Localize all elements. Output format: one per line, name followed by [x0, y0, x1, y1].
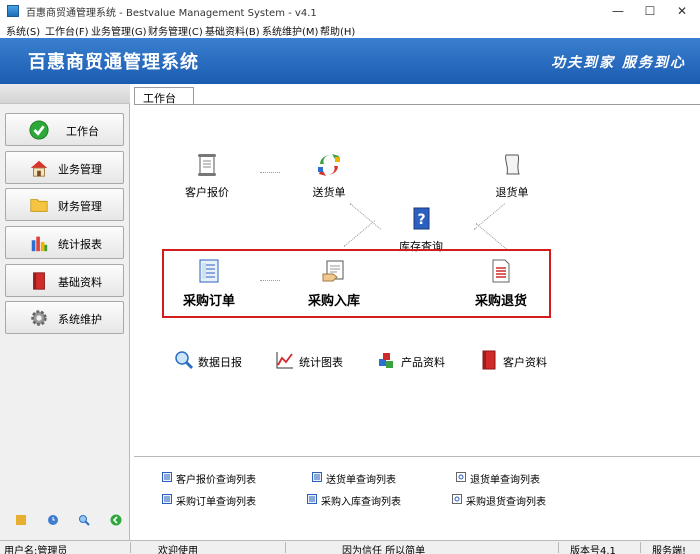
list-icon [162, 494, 172, 504]
flow-connector [349, 203, 381, 230]
sidebar-item-workbench[interactable]: 工作台 [5, 113, 124, 146]
status-service: 服务端! [652, 546, 687, 554]
query-links-panel: 客户报价查询列表 送货单查询列表 退货单查询列表 采购订单查询列表 采购入库查询… [134, 456, 700, 540]
sidebar-toolbar [10, 514, 125, 530]
clock-icon[interactable] [47, 514, 59, 526]
title-bar: 百惠商贸通管理系统 - Bestvalue Management System … [0, 0, 700, 22]
menu-help[interactable]: 帮助(H) [320, 23, 355, 38]
customer-data-label: 客户资料 [503, 356, 547, 369]
list-icon [312, 472, 322, 482]
key-icon[interactable] [15, 514, 27, 526]
daily-report-label: 数据日报 [198, 356, 242, 369]
customer-quote-label: 客户报价 [185, 186, 229, 199]
menu-maintenance[interactable]: 系统维护(M) [262, 23, 318, 38]
menu-bar: 系统(S) 工作台(F) 业务管理(G) 财务管理(C) 基础资料(B) 系统维… [0, 22, 700, 38]
help-book-icon: ? [413, 207, 430, 230]
app-icon [7, 5, 19, 17]
po-list-link[interactable]: 采购订单查询列表 [162, 493, 256, 508]
list-icon [162, 472, 172, 482]
search-list-icon [456, 472, 466, 482]
maximize-button[interactable]: ☐ [638, 2, 662, 20]
quote-list-link[interactable]: 客户报价查询列表 [162, 471, 256, 486]
svg-text:?: ? [417, 212, 425, 228]
return-note-item[interactable]: 退货单 [489, 152, 535, 200]
delivery-list-link[interactable]: 送货单查询列表 [312, 471, 396, 486]
sidebar-item-reports[interactable]: 统计报表 [5, 226, 124, 259]
status-bar: 用户名:管理员 欢迎使用 因为信任 所以简单 版本号4.1 服务端! [0, 540, 700, 554]
sidebar-item-label: 财务管理 [58, 200, 102, 213]
search-icon[interactable] [78, 514, 90, 526]
stock-query-item[interactable]: ? 库存查询 [396, 206, 446, 254]
red-book-icon [33, 272, 45, 290]
sidebar-item-label: 系统维护 [58, 313, 102, 326]
sidebar-item-label: 工作台 [66, 125, 99, 138]
house-icon [30, 160, 48, 177]
sidebar: 工作台 业务管理 财务管理 统计报表 基础资料 系统维护 [0, 84, 130, 540]
customer-quote-item[interactable]: 客户报价 [184, 152, 230, 200]
flow-connector [475, 223, 507, 250]
menu-system[interactable]: 系统(S) [6, 23, 40, 38]
stat-chart-label: 统计图表 [299, 356, 343, 369]
cubes-icon [379, 353, 393, 368]
flow-connector [343, 220, 375, 247]
list-icon [307, 494, 317, 504]
product-data-label: 产品资料 [401, 356, 445, 369]
status-user: 用户名:管理员 [4, 546, 68, 554]
status-motto: 因为信任 所以简单 [342, 546, 426, 554]
menu-workbench[interactable]: 工作台(F) [45, 23, 89, 38]
menu-basic-data[interactable]: 基础资料(B) [205, 23, 260, 38]
sidebar-item-label: 基础资料 [58, 276, 102, 289]
line-chart-icon [276, 352, 293, 369]
magnifier-icon [175, 351, 194, 370]
bar-chart-icon [31, 236, 48, 252]
flow-connector [260, 172, 280, 173]
menu-business[interactable]: 业务管理(G) [91, 23, 147, 38]
status-welcome: 欢迎使用 [158, 546, 198, 554]
status-version: 版本号4.1 [570, 546, 616, 554]
status-separator [640, 542, 641, 553]
purchase-in-list-link[interactable]: 采购入库查询列表 [307, 493, 401, 508]
gear-icon [31, 310, 47, 326]
exit-icon[interactable] [110, 514, 122, 526]
return-list-link[interactable]: 退货单查询列表 [456, 471, 540, 486]
sidebar-item-maintenance[interactable]: 系统维护 [5, 301, 124, 334]
delivery-note-item[interactable]: 送货单 [306, 152, 352, 200]
close-button[interactable]: ✕ [670, 2, 694, 20]
purchase-return-list-link[interactable]: 采购退货查询列表 [452, 493, 546, 508]
return-note-label: 退货单 [495, 186, 529, 199]
status-separator [130, 542, 131, 553]
delivery-note-label: 送货单 [312, 186, 346, 199]
scroll-icon [198, 154, 216, 176]
customer-data-item[interactable]: 客户资料 [479, 350, 554, 372]
folder-icon [30, 199, 48, 212]
slogan: 功夫到家 服务到心 [551, 55, 686, 71]
document-curl-icon [505, 154, 520, 175]
daily-report-item[interactable]: 数据日报 [174, 350, 249, 372]
green-check-icon [29, 120, 49, 140]
status-separator [285, 542, 286, 553]
sidebar-item-finance[interactable]: 财务管理 [5, 188, 124, 221]
sidebar-item-business[interactable]: 业务管理 [5, 151, 124, 184]
minimize-button[interactable]: — [606, 2, 630, 20]
tab-workbench[interactable]: 工作台 [134, 87, 194, 105]
window-title: 百惠商贸通管理系统 - Bestvalue Management System … [26, 8, 317, 19]
stat-chart-item[interactable]: 统计图表 [275, 350, 350, 372]
product-data-item[interactable]: 产品资料 [377, 350, 452, 372]
red-book-icon [482, 350, 496, 370]
sidebar-item-label: 统计报表 [58, 238, 102, 251]
sidebar-item-label: 业务管理 [58, 163, 102, 176]
header-banner: 百惠商贸通管理系统 功夫到家 服务到心 [0, 38, 700, 84]
purchase-highlight-box [162, 249, 551, 318]
app-title: 百惠商贸通管理系统 [28, 52, 199, 73]
menu-finance[interactable]: 财务管理(C) [148, 23, 203, 38]
status-separator [558, 542, 559, 553]
sidebar-header [0, 84, 130, 104]
search-list-icon [452, 494, 462, 504]
recycle-arrows-icon [318, 154, 340, 176]
sidebar-item-basic-data[interactable]: 基础资料 [5, 264, 124, 297]
